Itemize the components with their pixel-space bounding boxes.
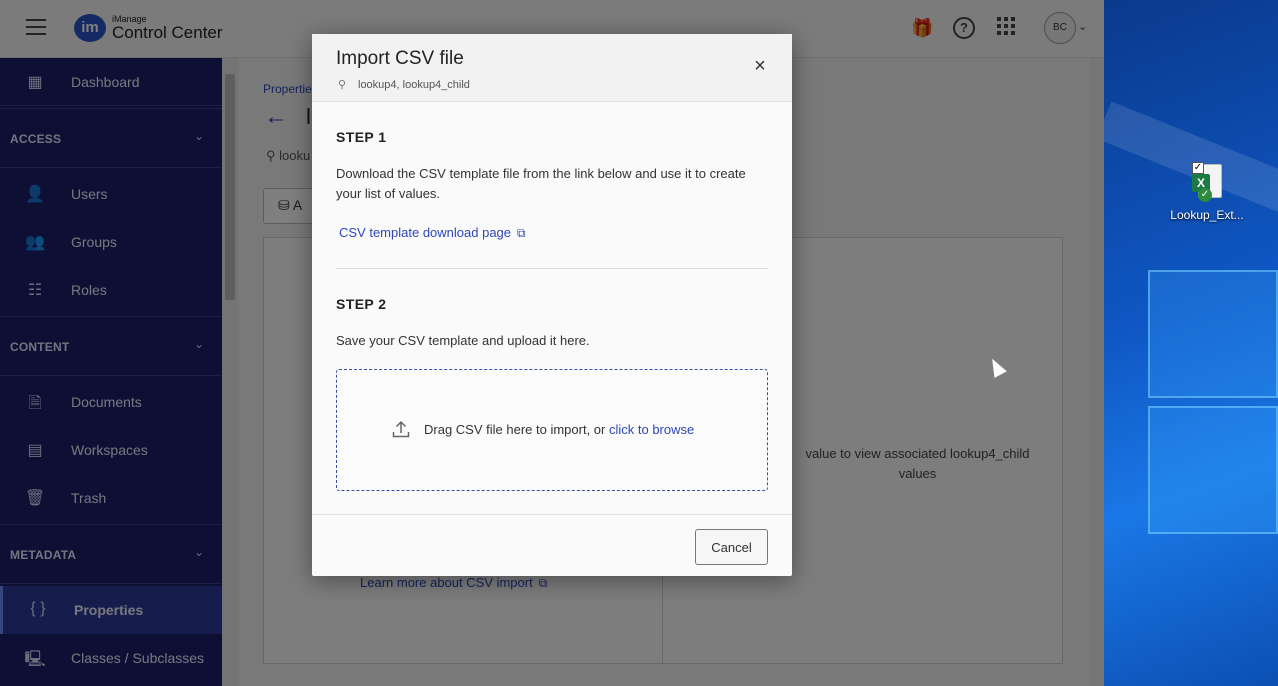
dialog-subtitle: lookup4, lookup4_child — [358, 79, 470, 91]
step2-text: Save your CSV template and upload it her… — [336, 333, 590, 348]
app-window: im iManage Control Center 🎁 ? BC ⌄ ▦ Das… — [0, 0, 1104, 686]
step1-text: Download the CSV template file from the … — [336, 166, 746, 201]
close-icon[interactable]: × — [750, 56, 770, 76]
drop-instructions: Drag CSV file here to import, or click t… — [424, 422, 694, 437]
import-csv-dialog: Import CSV file ⚲ lookup4, lookup4_child… — [312, 34, 792, 576]
drop-text: Drag CSV file here to import, or — [424, 422, 606, 437]
desktop-file-icon[interactable]: X ✓ ✓ Lookup_Ext... — [1170, 162, 1244, 222]
wallpaper-pane — [1148, 270, 1278, 398]
dialog-header: Import CSV file ⚲ lookup4, lookup4_child… — [312, 34, 792, 102]
upload-icon — [391, 420, 411, 440]
divider — [336, 268, 768, 269]
wallpaper-pane — [1148, 406, 1278, 534]
step1-heading: STEP 1 — [336, 129, 387, 145]
step2-heading: STEP 2 — [336, 296, 387, 312]
desktop-file-label: Lookup_Ext... — [1170, 208, 1244, 222]
dialog-footer: Cancel — [312, 514, 792, 576]
cancel-button[interactable]: Cancel — [695, 529, 768, 565]
download-link-label: CSV template download page — [339, 225, 512, 240]
csv-template-download-link[interactable]: CSV template download page ⧉ — [339, 225, 526, 241]
excel-file-icon: X ✓ ✓ — [1190, 162, 1224, 202]
browse-link[interactable]: click to browse — [609, 422, 694, 437]
dialog-title: Import CSV file — [336, 48, 464, 69]
lookup-icon: ⚲ — [338, 79, 347, 91]
windows-desktop: X ✓ ✓ Lookup_Ext... — [1104, 0, 1278, 686]
external-link-icon: ⧉ — [517, 226, 526, 240]
csv-drop-zone[interactable]: Drag CSV file here to import, or click t… — [336, 369, 768, 491]
